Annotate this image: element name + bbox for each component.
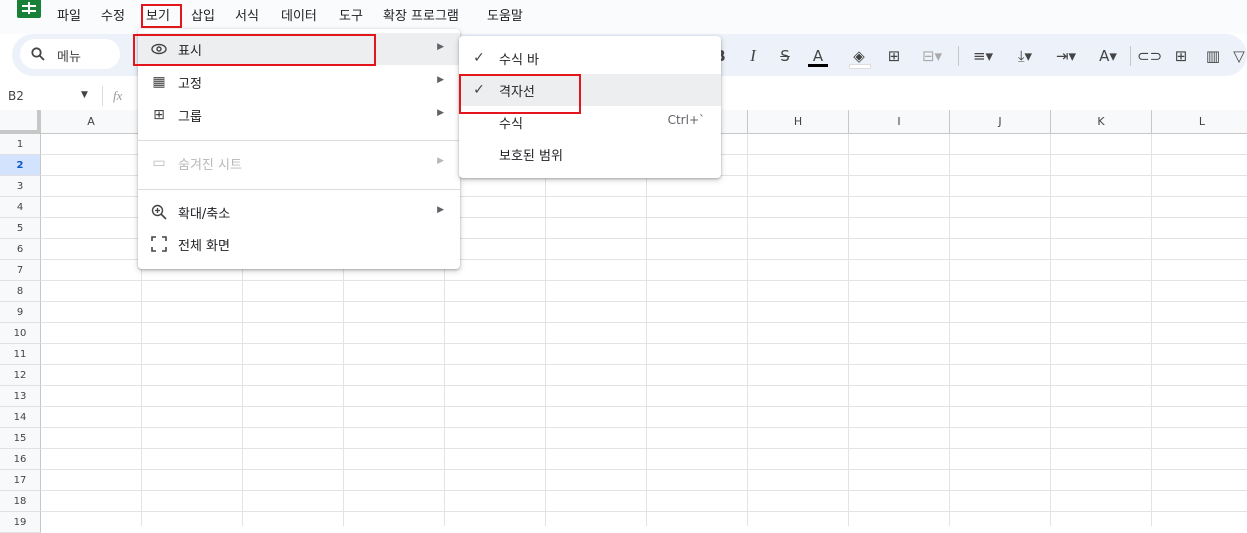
formula-divider [102, 86, 103, 106]
row-header[interactable]: 6 [0, 239, 41, 260]
row-header[interactable]: 4 [0, 197, 41, 218]
submenu-arrow-icon: ▶ [437, 75, 444, 85]
view-menu-item-label: 숨겨진 시트 [178, 158, 242, 173]
column-header[interactable]: H [748, 110, 849, 134]
menu-divider [138, 189, 460, 190]
menu-search-label: 메뉴 [57, 50, 81, 65]
submenu-arrow-icon: ▶ [437, 205, 444, 215]
view-menu-item-fullscreen[interactable]: 전체 화면 [138, 228, 460, 260]
row-header[interactable]: 19 [0, 512, 41, 533]
column-header[interactable]: I [849, 110, 950, 134]
view-menu-item-zoom[interactable]: 확대/축소 ▶ [138, 196, 460, 228]
row-header[interactable]: 15 [0, 428, 41, 449]
submenu-arrow-icon: ▶ [437, 108, 444, 118]
menu-divider [138, 140, 460, 141]
view-menu-highlight-box [141, 4, 182, 28]
italic-icon[interactable]: I [741, 44, 765, 68]
submenu-arrow-icon: ▶ [437, 42, 444, 52]
show-submenu-item-label: 보호된 범위 [499, 149, 563, 164]
borders-icon[interactable]: ⊞ [882, 44, 906, 68]
menu-edit[interactable]: 수정 [101, 6, 125, 28]
row-header[interactable]: 3 [0, 176, 41, 197]
gridlines-highlight-box [459, 74, 581, 114]
show-submenu-item-label: 수식 [499, 117, 523, 132]
view-menu-item-hidden-sheets: ▭ 숨겨진 시트 ▶ [138, 147, 460, 179]
zoom-icon [151, 204, 167, 220]
view-menu-item-label: 그룹 [178, 110, 202, 125]
menu-file[interactable]: 파일 [57, 6, 81, 28]
freeze-icon: ▦ [152, 74, 166, 90]
column-header[interactable]: L [1152, 110, 1247, 134]
row-header[interactable]: 13 [0, 386, 41, 407]
view-menu-item-freeze[interactable]: ▦ 고정 ▶ [138, 66, 460, 98]
column-header[interactable]: K [1051, 110, 1152, 134]
row-header[interactable]: 11 [0, 344, 41, 365]
align-icon[interactable]: ≡▾ [965, 44, 1001, 68]
link-icon[interactable]: ⊂⊃ [1137, 44, 1162, 68]
column-header[interactable]: J [950, 110, 1051, 134]
view-menu-item-label: 고정 [178, 77, 202, 92]
show-submenu-item-formula-bar[interactable]: ✓ 수식 바 [459, 42, 721, 74]
row-header[interactable]: 18 [0, 491, 41, 512]
show-item-highlight-box [133, 34, 376, 66]
name-box-dropdown-icon[interactable]: ▼ [81, 90, 88, 100]
row-header[interactable]: 8 [0, 281, 41, 302]
row-header[interactable]: 5 [0, 218, 41, 239]
wrap-icon[interactable]: ⇥▾ [1048, 44, 1084, 68]
shortcut-label: Ctrl+` [667, 113, 705, 127]
name-box[interactable]: B2 [8, 89, 24, 103]
show-submenu-item-protected-ranges[interactable]: 보호된 범위 [459, 138, 721, 170]
column-header[interactable]: A [41, 110, 142, 134]
check-icon: ✓ [473, 50, 485, 66]
fill-color-icon[interactable]: ◈ [847, 44, 871, 69]
menu-tools[interactable]: 도구 [339, 6, 363, 28]
toolbar-divider [958, 46, 959, 66]
menu-format[interactable]: 서식 [235, 6, 259, 28]
row-header[interactable]: 12 [0, 365, 41, 386]
row-header[interactable]: 2 [0, 155, 41, 176]
hidden-sheet-icon: ▭ [152, 155, 166, 171]
row-header[interactable]: 17 [0, 470, 41, 491]
row-header[interactable]: 10 [0, 323, 41, 344]
row-header[interactable]: 7 [0, 260, 41, 281]
menu-help[interactable]: 도움말 [487, 6, 523, 28]
merge-cells-icon[interactable]: ⊟▾ [914, 44, 950, 68]
comment-icon[interactable]: ⊞ [1169, 44, 1193, 68]
row-header[interactable]: 1 [0, 134, 41, 155]
submenu-arrow-icon: ▶ [437, 156, 444, 166]
view-menu-item-group[interactable]: ⊞ 그룹 ▶ [138, 99, 460, 131]
view-menu-item-label: 전체 화면 [178, 239, 230, 254]
fx-icon: fx [113, 88, 123, 103]
chart-icon[interactable]: ▥ [1201, 44, 1225, 68]
menu-extensions[interactable]: 확장 프로그램 [383, 6, 459, 28]
menu-insert[interactable]: 삽입 [191, 6, 215, 28]
fullscreen-icon [151, 236, 167, 252]
menu-data[interactable]: 데이터 [281, 6, 317, 28]
valign-icon[interactable]: ⤓▾ [1007, 44, 1043, 68]
search-icon [31, 47, 45, 61]
sheets-logo-icon[interactable] [17, 0, 41, 18]
row-header[interactable]: 14 [0, 407, 41, 428]
strikethrough-icon[interactable]: S [773, 44, 797, 68]
rotate-icon[interactable]: A▾ [1090, 44, 1126, 68]
text-color-icon[interactable]: A [806, 44, 830, 68]
filter-icon[interactable]: ▽ [1231, 44, 1247, 68]
toolbar-divider [1130, 46, 1131, 66]
menu-search[interactable]: 메뉴 [20, 39, 120, 69]
row-header[interactable]: 16 [0, 449, 41, 470]
select-all-corner[interactable] [0, 110, 41, 134]
group-icon: ⊞ [153, 107, 165, 123]
row-header[interactable]: 9 [0, 302, 41, 323]
view-menu-item-label: 확대/축소 [178, 207, 231, 222]
show-submenu-item-label: 수식 바 [499, 53, 540, 68]
